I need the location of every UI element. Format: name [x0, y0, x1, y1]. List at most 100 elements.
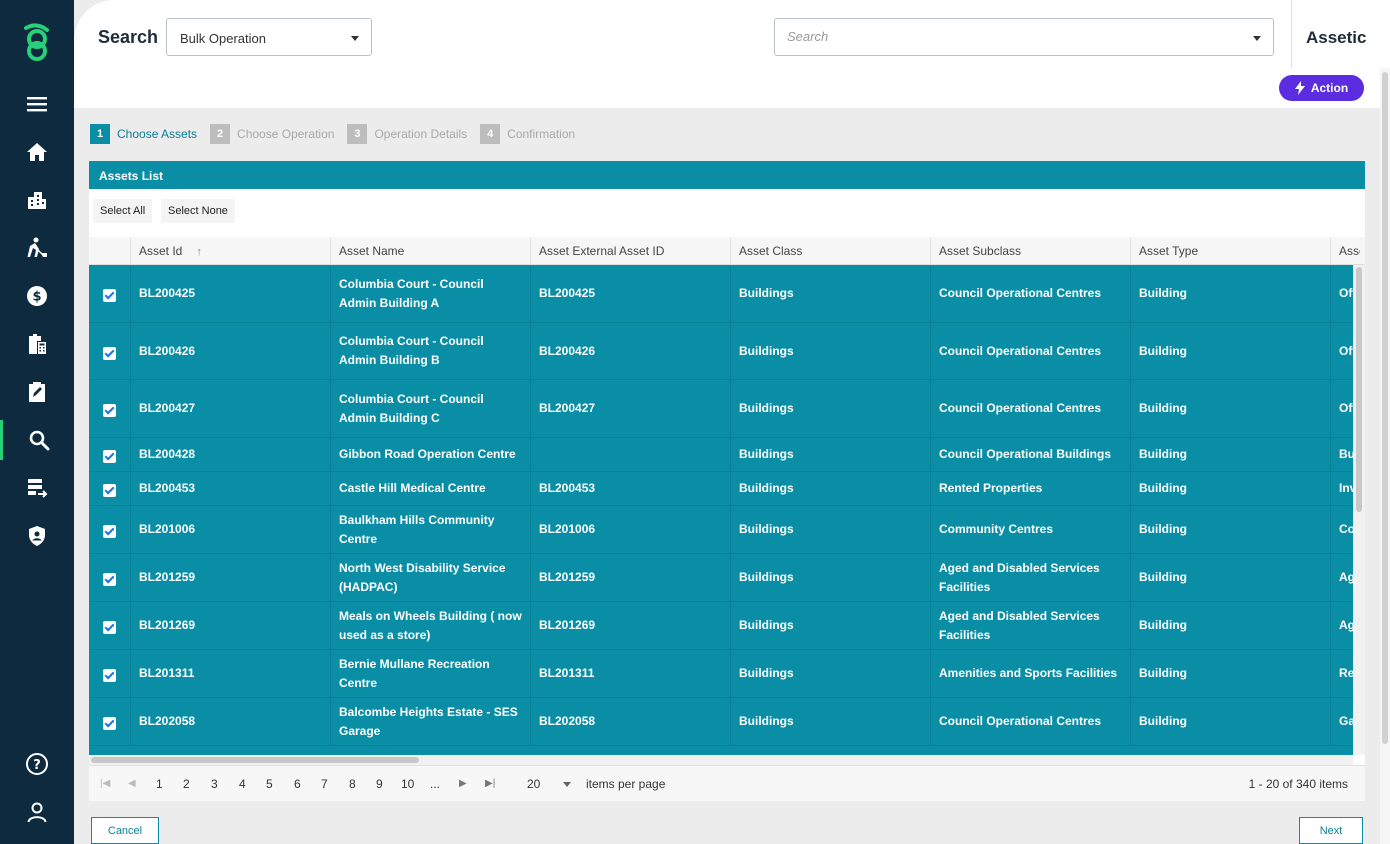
table-row[interactable]: BL201259 North West Disability Service (…: [89, 554, 1353, 602]
page-size-select[interactable]: 20: [519, 774, 575, 794]
page-link[interactable]: 6: [294, 777, 301, 791]
previous-page-icon[interactable]: ◀: [128, 778, 136, 789]
edit-clipboard-icon[interactable]: [0, 372, 74, 412]
table-row[interactable]: BL201269 Meals on Wheels Building ( now …: [89, 602, 1353, 650]
row-checkbox[interactable]: [89, 650, 130, 697]
grid-body: BL200425 Columbia Court - Council Admin …: [89, 265, 1353, 755]
action-button[interactable]: Action: [1279, 75, 1364, 101]
row-checkbox[interactable]: [89, 438, 130, 471]
step-operation-details[interactable]: 3 Operation Details: [347, 124, 467, 144]
home-icon[interactable]: [0, 132, 74, 172]
data-transfer-icon[interactable]: [0, 468, 74, 508]
cell-asset-name: Columbia Court - Council Admin Building …: [330, 265, 530, 322]
next-button[interactable]: Next: [1299, 817, 1363, 844]
chevron-down-icon[interactable]: [1253, 36, 1261, 41]
row-checkbox[interactable]: [89, 506, 130, 553]
buildings-icon[interactable]: [0, 180, 74, 220]
row-checkbox[interactable]: [89, 472, 130, 505]
checkbox-checked-icon[interactable]: [103, 404, 116, 417]
first-page-icon[interactable]: |◀: [100, 778, 110, 789]
sort-ascending-icon[interactable]: ↑: [196, 246, 202, 258]
grid-horizontal-scrollbar-thumb[interactable]: [91, 757, 419, 763]
checkbox-checked-icon[interactable]: [103, 669, 116, 682]
page-link[interactable]: 1: [156, 777, 163, 791]
page-link[interactable]: 10: [401, 777, 414, 791]
finance-icon[interactable]: $: [0, 276, 74, 316]
table-row[interactable]: BL200427 Columbia Court - Council Admin …: [89, 380, 1353, 438]
operation-select[interactable]: Bulk Operation: [166, 18, 372, 56]
grid-horizontal-scrollbar[interactable]: [89, 755, 1353, 765]
row-checkbox[interactable]: [89, 380, 130, 437]
step-choose-operation[interactable]: 2 Choose Operation: [210, 124, 334, 144]
sidebar: $ ?: [0, 0, 74, 844]
column-header-asset-subtype[interactable]: Asset Subtype: [1330, 237, 1360, 265]
checkbox-checked-icon[interactable]: [103, 525, 116, 538]
page-link[interactable]: 8: [349, 777, 356, 791]
row-checkbox[interactable]: [89, 698, 130, 745]
column-header-asset-type[interactable]: Asset Type: [1130, 237, 1330, 265]
menu-icon[interactable]: [0, 84, 74, 124]
grid-vertical-scrollbar[interactable]: [1353, 265, 1365, 755]
grid-vertical-scrollbar-thumb[interactable]: [1356, 267, 1362, 512]
svg-text:?: ?: [33, 758, 41, 773]
page-link[interactable]: 4: [239, 777, 246, 791]
checkbox-checked-icon[interactable]: [103, 621, 116, 634]
column-header-asset-class[interactable]: Asset Class: [730, 237, 930, 265]
select-none-button[interactable]: Select None: [161, 199, 235, 223]
page-link[interactable]: 3: [211, 777, 218, 791]
cell-asset-id: BL201006: [130, 506, 330, 553]
cell-asset-subtype: Bui: [1330, 438, 1353, 471]
table-row[interactable]: BL201006 Baulkham Hills Community Centre…: [89, 506, 1353, 554]
assetic-logo-icon[interactable]: [20, 22, 54, 62]
cell-asset-subclass: Council Operational Centres: [930, 265, 1130, 322]
row-checkbox[interactable]: [89, 323, 130, 379]
cell-asset-class: Buildings: [730, 380, 930, 437]
cancel-button[interactable]: Cancel: [91, 817, 159, 844]
cell-asset-subclass: Council Operational Centres: [930, 380, 1130, 437]
step-confirmation[interactable]: 4 Confirmation: [480, 124, 575, 144]
checkbox-checked-icon[interactable]: [103, 289, 116, 302]
row-checkbox[interactable]: [89, 602, 130, 649]
lightning-icon: [1294, 81, 1305, 95]
table-row[interactable]: BL200425 Columbia Court - Council Admin …: [89, 265, 1353, 323]
column-header-asset-name[interactable]: Asset Name: [330, 237, 530, 265]
table-row[interactable]: BL201311 Bernie Mullane Recreation Centr…: [89, 650, 1353, 698]
search-input[interactable]: [787, 29, 1227, 44]
page-scrollbar-thumb[interactable]: [1382, 72, 1388, 744]
checkbox-checked-icon[interactable]: [103, 346, 116, 360]
row-checkbox[interactable]: [89, 265, 130, 322]
user-profile-icon[interactable]: [0, 792, 74, 832]
cell-asset-id: BL200453: [130, 472, 330, 505]
row-checkbox[interactable]: [89, 554, 130, 601]
last-page-icon[interactable]: ▶|: [485, 778, 495, 789]
cell-asset-name: Columbia Court - Council Admin Building …: [330, 380, 530, 437]
worker-icon[interactable]: [0, 228, 74, 268]
shield-user-icon[interactable]: [0, 516, 74, 556]
cell-asset-subclass: Aged and Disabled Services Facilities: [930, 554, 1130, 601]
checkbox-checked-icon[interactable]: [103, 450, 116, 463]
checkbox-checked-icon[interactable]: [103, 484, 116, 497]
table-row[interactable]: BL202058 Balcombe Heights Estate - SES G…: [89, 698, 1353, 746]
table-row[interactable]: BL200426 Columbia Court - Council Admin …: [89, 323, 1353, 380]
checkbox-checked-icon[interactable]: [103, 573, 116, 586]
next-page-icon[interactable]: ▶: [459, 778, 467, 789]
table-row[interactable]: BL200453 Castle Hill Medical Centre BL20…: [89, 472, 1353, 506]
page-link[interactable]: 7: [321, 777, 328, 791]
page-link[interactable]: 2: [183, 777, 190, 791]
column-header-asset-id[interactable]: Asset Id ↑: [130, 237, 330, 265]
column-header-external-id[interactable]: Asset External Asset ID: [530, 237, 730, 265]
page-scrollbar[interactable]: [1380, 68, 1390, 844]
page-ellipsis[interactable]: ...: [430, 777, 440, 791]
page-link[interactable]: 5: [266, 777, 273, 791]
page-link[interactable]: 9: [376, 777, 383, 791]
search-dropdown[interactable]: [774, 18, 1274, 56]
clipboard-calculator-icon[interactable]: [0, 324, 74, 364]
cell-asset-subtype: Ga: [1330, 698, 1353, 745]
checkbox-checked-icon[interactable]: [103, 717, 116, 730]
search-icon[interactable]: [0, 420, 74, 460]
step-choose-assets[interactable]: 1 Choose Assets: [90, 124, 197, 144]
select-all-button[interactable]: Select All: [93, 199, 153, 223]
column-header-asset-subclass[interactable]: Asset Subclass: [930, 237, 1130, 265]
help-icon[interactable]: ?: [0, 744, 74, 784]
table-row[interactable]: BL200428 Gibbon Road Operation Centre Bu…: [89, 438, 1353, 472]
